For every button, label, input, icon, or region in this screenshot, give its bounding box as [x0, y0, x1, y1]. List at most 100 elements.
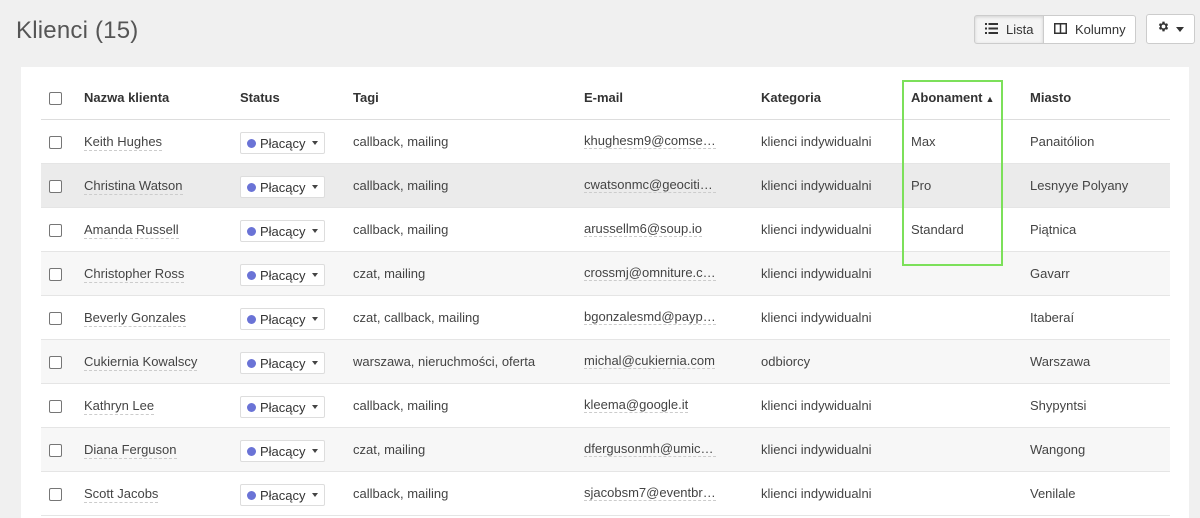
table-row[interactable]: Cukiernia Kowalscy Płacący warszawa, nieru… — [41, 339, 1170, 384]
table-row[interactable]: Diana Ferguson Płacący czat, mailing dfergu… — [41, 427, 1170, 472]
category-cell: klienci indywidualni — [761, 295, 911, 340]
tags-cell: callback, mailing — [353, 383, 584, 428]
city-cell: Shypyntsi — [1030, 383, 1170, 428]
status-cell: Płacący — [240, 383, 353, 428]
table-row[interactable]: Kathryn Lee Płacący callback, mailing kleem… — [41, 383, 1170, 428]
city-cell: Lesnyye Polyany — [1030, 163, 1170, 208]
email-cell: kleema@google.it — [584, 383, 761, 428]
status-cell: Płacący — [240, 251, 353, 296]
chevron-down-icon — [311, 449, 318, 453]
status-dropdown[interactable]: Płacący — [240, 176, 325, 198]
chevron-down-icon — [311, 317, 318, 321]
header-email[interactable]: E-mail — [584, 77, 761, 120]
email-link[interactable]: cwatsonmc@geocitie... — [584, 177, 716, 194]
row-checkbox[interactable] — [49, 355, 62, 369]
header-category[interactable]: Kategoria — [761, 77, 911, 120]
row-checkbox[interactable] — [49, 443, 62, 457]
category-cell: klienci indywidualni — [761, 383, 911, 428]
city-cell: Gavarr — [1030, 251, 1170, 296]
city-cell: Venilale — [1030, 471, 1170, 516]
status-label: Płacący — [260, 399, 306, 415]
client-name-link[interactable]: Kathryn Lee — [84, 397, 155, 415]
city-cell: Itaberaí — [1030, 295, 1170, 340]
status-dropdown[interactable]: Płacący — [240, 396, 325, 418]
status-dropdown[interactable]: Płacący — [240, 440, 325, 462]
client-name-link[interactable]: Cukiernia Kowalscy — [84, 353, 198, 371]
email-link[interactable]: michal@cukiernia.com — [584, 353, 715, 370]
gear-icon — [1157, 20, 1170, 38]
select-all-checkbox[interactable] — [49, 92, 62, 106]
client-name-cell: Scott Jacobs — [84, 471, 240, 516]
subscription-cell — [911, 339, 1030, 384]
subscription-cell — [911, 295, 1030, 340]
client-name-link[interactable]: Christina Watson — [84, 177, 183, 195]
columns-view-button[interactable]: Kolumny — [1044, 15, 1136, 44]
tags-cell: czat, callback, mailing — [353, 295, 584, 340]
clients-page: Klienci (15) Lista Kolumny Nazwa klienta… — [0, 0, 1200, 518]
row-checkbox[interactable] — [49, 179, 62, 193]
client-name-link[interactable]: Beverly Gonzales — [84, 309, 186, 327]
list-view-button[interactable]: Lista — [974, 15, 1044, 44]
status-dropdown[interactable]: Płacący — [240, 220, 325, 242]
status-dot-icon — [247, 402, 256, 412]
client-name-cell: Diana Ferguson — [84, 427, 240, 472]
client-name-link[interactable]: Keith Hughes — [84, 133, 163, 151]
status-label: Płacący — [260, 487, 306, 503]
email-link[interactable]: crossmj@omniture.co... — [584, 265, 716, 282]
client-name-link[interactable]: Diana Ferguson — [84, 441, 177, 459]
email-cell: dfergusonmh@umich... — [584, 427, 761, 472]
row-checkbox[interactable] — [49, 135, 62, 149]
category-cell: klienci indywidualni — [761, 163, 911, 208]
chevron-down-icon — [311, 493, 318, 497]
status-dot-icon — [247, 138, 256, 148]
header-status[interactable]: Status — [240, 77, 353, 120]
subscription-cell — [911, 251, 1030, 296]
city-cell: Wangong — [1030, 427, 1170, 472]
header-name[interactable]: Nazwa klienta — [84, 77, 240, 120]
status-label: Płacący — [260, 355, 306, 371]
status-cell: Płacący — [240, 207, 353, 252]
chevron-down-icon — [311, 273, 318, 277]
header-city[interactable]: Miasto — [1030, 77, 1170, 120]
table-row[interactable]: Amanda Russell Płacący callback, mailing ar… — [41, 207, 1170, 252]
category-cell: klienci indywidualni — [761, 119, 911, 164]
table-row[interactable]: Christopher Ross Płacący czat, mailing cros… — [41, 251, 1170, 296]
status-dropdown[interactable]: Płacący — [240, 308, 325, 330]
chevron-down-icon — [311, 141, 318, 145]
table-row[interactable]: Scott Jacobs Płacący callback, mailing sjac… — [41, 471, 1170, 516]
client-name-cell: Amanda Russell — [84, 207, 240, 252]
table-row[interactable]: Keith Hughes Płacący callback, mailing khug… — [41, 119, 1170, 164]
email-link[interactable]: bgonzalesmd@paypal... — [584, 309, 716, 326]
row-checkbox[interactable] — [49, 399, 62, 413]
client-name-link[interactable]: Christopher Ross — [84, 265, 185, 283]
email-link[interactable]: khughesm9@comsen... — [584, 133, 716, 150]
client-name-link[interactable]: Amanda Russell — [84, 221, 179, 239]
header-tags[interactable]: Tagi — [353, 77, 584, 120]
status-label: Płacący — [260, 311, 306, 327]
sort-asc-icon: ▲ — [985, 94, 995, 105]
settings-dropdown-button[interactable] — [1146, 14, 1195, 44]
status-dropdown[interactable]: Płacący — [240, 264, 325, 286]
header-subscription[interactable]: Abonament ▲ — [911, 77, 1030, 120]
table-row[interactable]: Beverly Gonzales Płacący czat, callback, m… — [41, 295, 1170, 340]
client-name-link[interactable]: Scott Jacobs — [84, 485, 159, 503]
row-checkbox[interactable] — [49, 267, 62, 281]
email-link[interactable]: arussellm6@soup.io — [584, 221, 702, 238]
client-name-cell: Cukiernia Kowalscy — [84, 339, 240, 384]
status-dropdown[interactable]: Płacący — [240, 132, 325, 154]
row-checkbox[interactable] — [49, 487, 62, 501]
status-dot-icon — [247, 358, 256, 368]
status-dropdown[interactable]: Płacący — [240, 352, 325, 374]
status-dot-icon — [247, 182, 256, 192]
email-link[interactable]: dfergusonmh@umich... — [584, 441, 716, 458]
email-link[interactable]: sjacobsm7@eventbrit... — [584, 485, 716, 502]
columns-icon — [1054, 22, 1067, 37]
table-row[interactable]: Christina Watson Płacący callback, mailing… — [41, 163, 1170, 208]
tags-cell: czat, mailing — [353, 427, 584, 472]
status-dot-icon — [247, 270, 256, 280]
row-checkbox[interactable] — [49, 223, 62, 237]
row-checkbox[interactable] — [49, 311, 62, 325]
status-dropdown[interactable]: Płacący — [240, 484, 325, 506]
email-link[interactable]: kleema@google.it — [584, 397, 689, 414]
email-cell: cwatsonmc@geocitie... — [584, 163, 761, 208]
